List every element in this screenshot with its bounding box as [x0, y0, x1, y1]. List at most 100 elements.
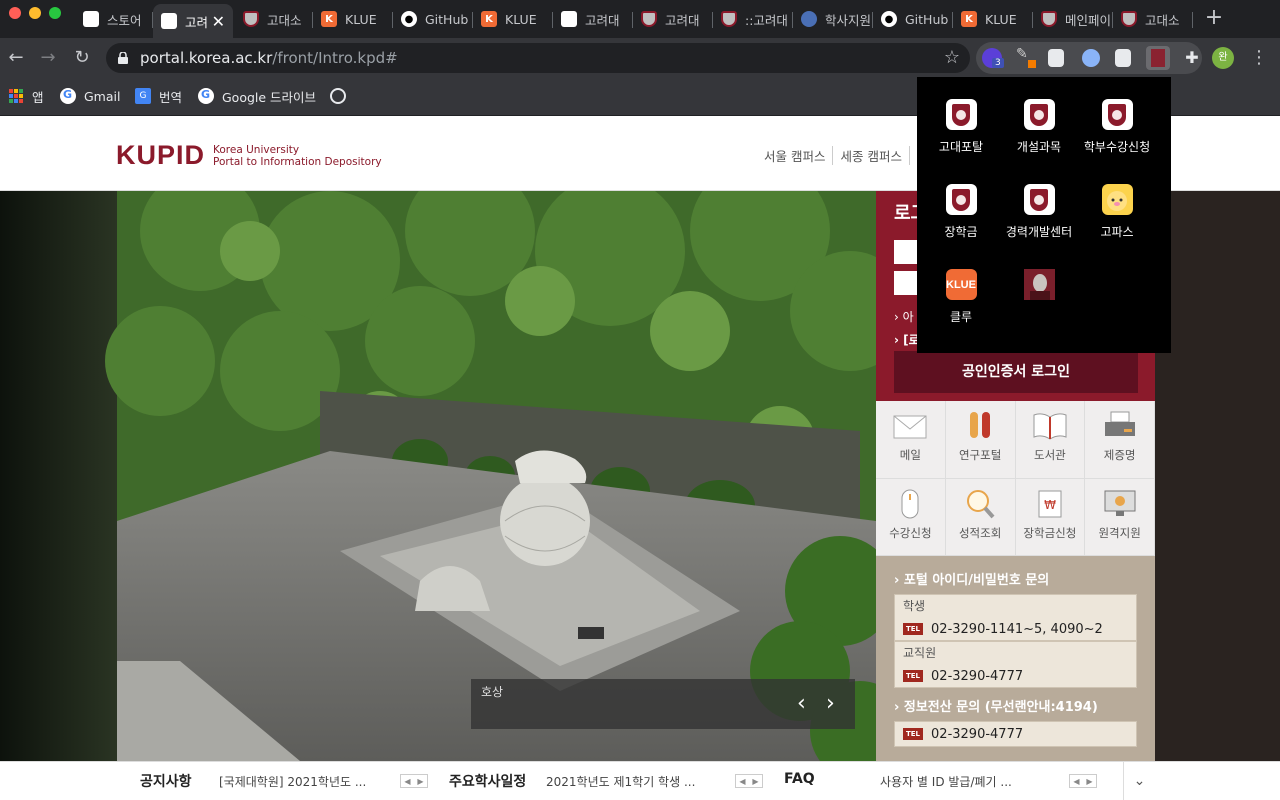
bookmark-label: Google 드라이브: [222, 89, 317, 105]
portal-inquiry-heading-text: 포털 아이디/비밀번호 문의: [903, 573, 1050, 588]
puzzle-icon[interactable]: ✚: [1180, 46, 1204, 70]
quick-link-certificate[interactable]: 제증명: [1085, 401, 1155, 479]
extension-pen-icon[interactable]: ✎: [1016, 46, 1040, 70]
student-label: 학생: [903, 599, 926, 613]
browser-tab[interactable]: 학사지원: [793, 4, 873, 34]
minimize-window-button[interactable]: [29, 7, 41, 19]
browser-tab[interactable]: ::고려대: [713, 4, 793, 34]
quick-link-registration[interactable]: 수강신청: [876, 478, 946, 556]
ku-crest-icon: [945, 184, 977, 215]
hero-next-arrow-icon[interactable]: ›: [826, 691, 835, 716]
extension-purple-icon[interactable]: 3: [982, 48, 1004, 68]
bookmark-gmail[interactable]: Gmail: [60, 86, 120, 106]
notice-category[interactable]: 공지사항: [140, 771, 192, 791]
globe-icon: [330, 88, 346, 104]
bookmark-drive[interactable]: Google 드라이브: [198, 86, 316, 106]
browser-tab[interactable]: K KLUE: [473, 4, 553, 34]
quick-link-remote-support[interactable]: 원격지원: [1085, 478, 1155, 556]
notice-pager[interactable]: ◀ ▶: [400, 774, 428, 788]
nav-seoul-campus[interactable]: 서울 캠퍼스: [764, 146, 832, 165]
browser-tab[interactable]: 고대소: [235, 4, 313, 34]
app-ku-portal[interactable]: 고대포탈: [922, 99, 1000, 155]
notice-bar: 공지사항 [국제대학원] 2021학년도 ... ◀ ▶ 주요학사일정 2021학…: [0, 761, 1280, 800]
crest-icon: [1121, 11, 1137, 27]
hero-prev-arrow-icon[interactable]: ‹: [797, 691, 806, 716]
profile-avatar[interactable]: 완: [1212, 47, 1234, 69]
faq-text[interactable]: 사용자 별 ID 발급/폐기 ...: [880, 773, 1012, 790]
close-tab-icon[interactable]: ✕: [212, 12, 225, 31]
browser-tab[interactable]: 고대소: [1113, 4, 1193, 34]
tab-title: ::고려대: [745, 12, 788, 28]
close-window-button[interactable]: [9, 7, 21, 19]
bookmark-star-icon[interactable]: ☆: [944, 43, 960, 73]
reload-button[interactable]: ↻: [70, 46, 94, 70]
bookmark-apps[interactable]: 앱: [9, 86, 44, 106]
tel-badge: TEL: [903, 623, 924, 635]
certificate-login-button[interactable]: 공인인증서 로그인: [894, 351, 1138, 393]
quick-link-grades[interactable]: 성적조회: [945, 478, 1016, 556]
klue-icon: K: [321, 11, 337, 27]
ku-crest-icon: [1023, 184, 1055, 215]
tab-title: KLUE: [345, 11, 377, 27]
nav-sejong-campus[interactable]: 세종 캠퍼스: [832, 146, 908, 165]
expand-chevron-icon[interactable]: ⌄: [1123, 762, 1155, 800]
quick-link-label: 연구포털: [958, 448, 1002, 462]
extension-note-icon[interactable]: [1048, 49, 1064, 67]
quick-link-research[interactable]: 연구포털: [945, 401, 1016, 479]
app-scholarship[interactable]: 장학금: [922, 184, 1000, 240]
browser-menu-icon[interactable]: ⋮: [1250, 46, 1268, 70]
it-contact: TEL 02-3290-4777: [894, 721, 1137, 747]
quick-link-library[interactable]: 도서관: [1015, 401, 1086, 479]
notice-text[interactable]: [국제대학원] 2021학년도 ...: [219, 773, 366, 790]
it-inquiry-heading: › 정보전산 문의 (무선랜안내:4194): [894, 700, 1098, 715]
browser-tab[interactable]: ● GitHub: [873, 4, 953, 34]
app-gopas[interactable]: 고파스: [1078, 184, 1156, 240]
extension-circle-icon[interactable]: [1082, 49, 1100, 67]
login-link-2[interactable]: › [로: [894, 331, 920, 348]
browser-tab[interactable]: K KLUE: [953, 4, 1033, 34]
new-tab-button[interactable]: +: [1204, 5, 1224, 31]
bookmark-globe[interactable]: [330, 86, 346, 106]
staff-contact: 교직원 TEL 02-3290-4777: [894, 641, 1137, 688]
app-courses[interactable]: 개설과목: [1000, 99, 1078, 155]
quick-link-label: 성적조회: [958, 525, 1002, 540]
schedule-pager[interactable]: ◀ ▶: [735, 774, 763, 788]
schedule-text[interactable]: 2021학년도 제1학기 학생 ...: [546, 773, 695, 790]
maximize-window-button[interactable]: [49, 7, 61, 19]
quick-link-label: 장학금신청: [1023, 525, 1077, 540]
app-registration[interactable]: 학부수강신청: [1078, 99, 1156, 155]
back-button[interactable]: ←: [4, 46, 28, 70]
google-icon: [198, 88, 214, 104]
tab-title: GitHub: [425, 11, 469, 27]
tiger-icon: [561, 11, 577, 27]
app-career-center[interactable]: 경력개발센터: [1000, 184, 1078, 240]
forward-button[interactable]: →: [36, 46, 60, 70]
browser-tab[interactable]: ● GitHub: [393, 4, 473, 34]
tel-badge: TEL: [903, 670, 924, 682]
login-link-1[interactable]: › 아: [894, 308, 914, 325]
login-link-1-label: 아: [902, 310, 914, 324]
browser-tab-active[interactable]: 고려 ✕: [153, 4, 233, 38]
bookmark-translate[interactable]: G 번역: [135, 86, 182, 106]
quick-link-scholarship[interactable]: ₩ 장학금신청: [1015, 478, 1086, 556]
browser-tab[interactable]: 스토어: [75, 4, 153, 34]
printer-icon: [1104, 411, 1135, 436]
quick-link-mail[interactable]: 메일: [876, 401, 946, 479]
browser-tab[interactable]: 고려대: [633, 4, 713, 34]
browser-tab[interactable]: K KLUE: [313, 4, 393, 34]
kupid-logo[interactable]: KUPID Korea University Portal to Informa…: [116, 140, 382, 171]
browser-tab[interactable]: 메인페이: [1033, 4, 1113, 34]
browser-tab[interactable]: 고려대: [553, 4, 633, 34]
tab-title: 학사지원: [825, 12, 872, 28]
extension-doc-icon[interactable]: [1115, 49, 1131, 67]
app-label: 클루: [949, 310, 973, 324]
address-bar[interactable]: portal.korea.ac.kr/front/Intro.kpd# ☆: [106, 43, 970, 73]
extension-active-icon[interactable]: [1146, 46, 1170, 70]
app-label: 고파스: [1100, 225, 1134, 239]
faq-category[interactable]: FAQ: [784, 771, 815, 787]
staff-tel: TEL 02-3290-4777: [895, 664, 1136, 688]
app-klue[interactable]: KLUE 클루: [922, 269, 1000, 325]
faq-pager[interactable]: ◀ ▶: [1069, 774, 1097, 788]
app-photo[interactable]: [1000, 269, 1078, 308]
schedule-category[interactable]: 주요학사일정: [449, 771, 526, 791]
